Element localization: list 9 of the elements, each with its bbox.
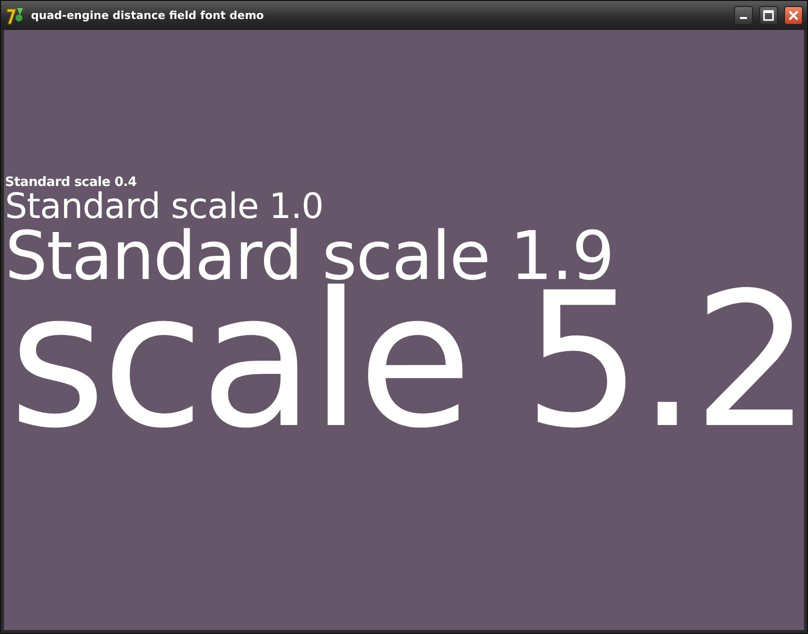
- window-title: quad-engine distance field font demo: [31, 9, 265, 22]
- maximize-button[interactable]: [759, 6, 778, 25]
- close-button[interactable]: [784, 6, 803, 25]
- sample-text: Standard scale 1.0: [4, 190, 324, 224]
- minimize-button[interactable]: [734, 6, 753, 25]
- close-icon: [788, 10, 799, 21]
- maximize-icon: [763, 10, 774, 21]
- app-logo-icon: [5, 6, 25, 26]
- sample-text: Standard scale 0.4: [4, 176, 138, 190]
